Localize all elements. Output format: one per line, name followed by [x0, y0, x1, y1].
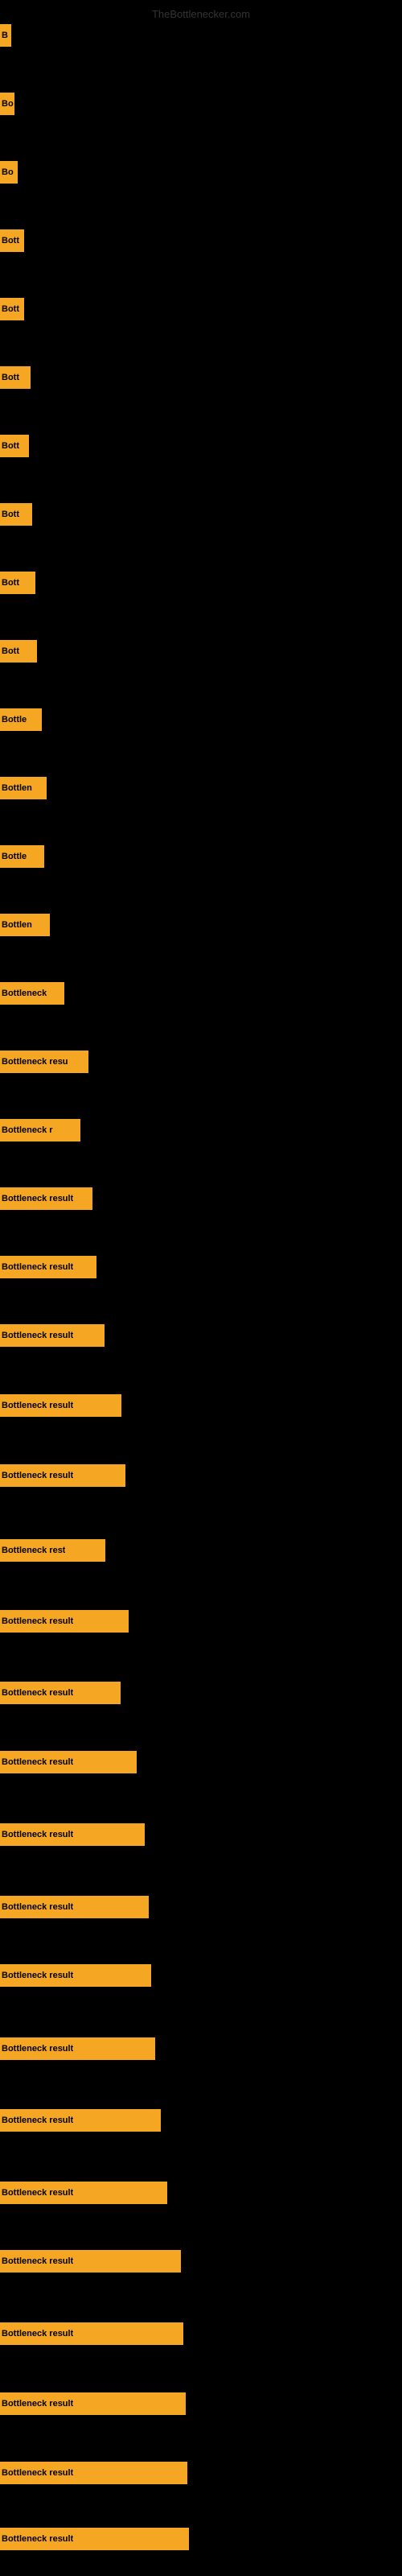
bar-item: Bottlen [0, 914, 50, 936]
bar-item: Bott [0, 366, 31, 389]
bar-label: Bott [2, 441, 19, 451]
bar-label: Bott [2, 510, 19, 519]
bar-label: Bottle [2, 852, 27, 861]
bar-item: Bottleneck result [0, 2182, 167, 2204]
bar-item: Bottleneck result [0, 1394, 121, 1417]
bar-label: Bottleneck result [2, 1471, 73, 1480]
bar-item: B [0, 24, 11, 47]
bar-label: Bo [2, 167, 14, 177]
bar-label: Bott [2, 236, 19, 246]
bar-label: Bottleneck result [2, 1902, 73, 1912]
bar-label: Bott [2, 373, 19, 382]
bar-label: Bott [2, 646, 19, 656]
bar-label: Bottleneck result [2, 1688, 73, 1698]
bar-label: B [2, 31, 8, 40]
bar-item: Bottleneck rest [0, 1539, 105, 1562]
bar-item: Bottleneck result [0, 1964, 151, 1987]
bar-item: Bottleneck result [0, 1823, 145, 1846]
bar-item: Bottleneck result [0, 2322, 183, 2345]
bar-item: Bottleneck result [0, 1751, 137, 1773]
bar-item: Bottleneck result [0, 2037, 155, 2060]
bar-label: Bottleneck result [2, 1616, 73, 1626]
bar-item: Bottleneck result [0, 2109, 161, 2132]
bar-label: Bott [2, 578, 19, 588]
bar-item: Bottleneck result [0, 2528, 189, 2550]
bar-item: Bottleneck result [0, 1896, 149, 1918]
bar-item: Bott [0, 298, 24, 320]
bar-item: Bottle [0, 845, 44, 868]
bar-label: Bottleneck result [2, 1401, 73, 1410]
bar-label: Bottleneck result [2, 2399, 73, 2409]
bar-item: Bott [0, 572, 35, 594]
bar-label: Bottle [2, 715, 27, 724]
bar-item: Bottlen [0, 777, 47, 799]
bar-item: Bott [0, 640, 37, 663]
bar-item: Bo [0, 161, 18, 184]
bar-item: Bottleneck result [0, 1324, 105, 1347]
bar-label: Bottleneck [2, 989, 47, 998]
bar-label: Bottleneck result [2, 1757, 73, 1767]
bar-label: Bottleneck result [2, 1971, 73, 1980]
bar-item: Bottleneck result [0, 1682, 121, 1704]
bar-item: Bott [0, 503, 32, 526]
bar-label: Bottleneck result [2, 2329, 73, 2339]
bar-item: Bottleneck r [0, 1119, 80, 1141]
bar-label: Bottleneck result [2, 1194, 73, 1203]
bar-item: Bott [0, 435, 29, 457]
bar-label: Bottleneck resu [2, 1057, 68, 1067]
bar-label: Bottleneck result [2, 2188, 73, 2198]
bar-label: Bottleneck rest [2, 1546, 65, 1555]
bar-label: Bottleneck result [2, 2116, 73, 2125]
bar-label: Bottleneck r [2, 1125, 53, 1135]
bar-label: Bottleneck result [2, 2256, 73, 2266]
bar-label: Bo [2, 99, 14, 109]
bar-item: Bottleneck [0, 982, 64, 1005]
bar-label: Bottlen [2, 783, 32, 793]
bar-label: Bottleneck result [2, 2468, 73, 2478]
bar-item: Bottleneck result [0, 1256, 96, 1278]
site-title: TheBottlenecker.com [149, 6, 253, 22]
bar-item: Bottleneck result [0, 2250, 181, 2273]
bar-label: Bottleneck result [2, 1830, 73, 1839]
bar-item: Bottleneck result [0, 1610, 129, 1633]
bar-item: Bottleneck resu [0, 1051, 88, 1073]
bar-label: Bottlen [2, 920, 32, 930]
bar-item: Bottleneck result [0, 1464, 125, 1487]
bar-item: Bottle [0, 708, 42, 731]
bar-item: Bottleneck result [0, 2462, 187, 2484]
bar-label: Bottleneck result [2, 1331, 73, 1340]
bar-label: Bottleneck result [2, 1262, 73, 1272]
bar-item: Bo [0, 93, 14, 115]
bar-label: Bottleneck result [2, 2044, 73, 2054]
bar-label: Bottleneck result [2, 2534, 73, 2544]
bar-item: Bottleneck result [0, 1187, 92, 1210]
bar-item: Bottleneck result [0, 2392, 186, 2415]
bar-label: Bott [2, 304, 19, 314]
bar-item: Bott [0, 229, 24, 252]
